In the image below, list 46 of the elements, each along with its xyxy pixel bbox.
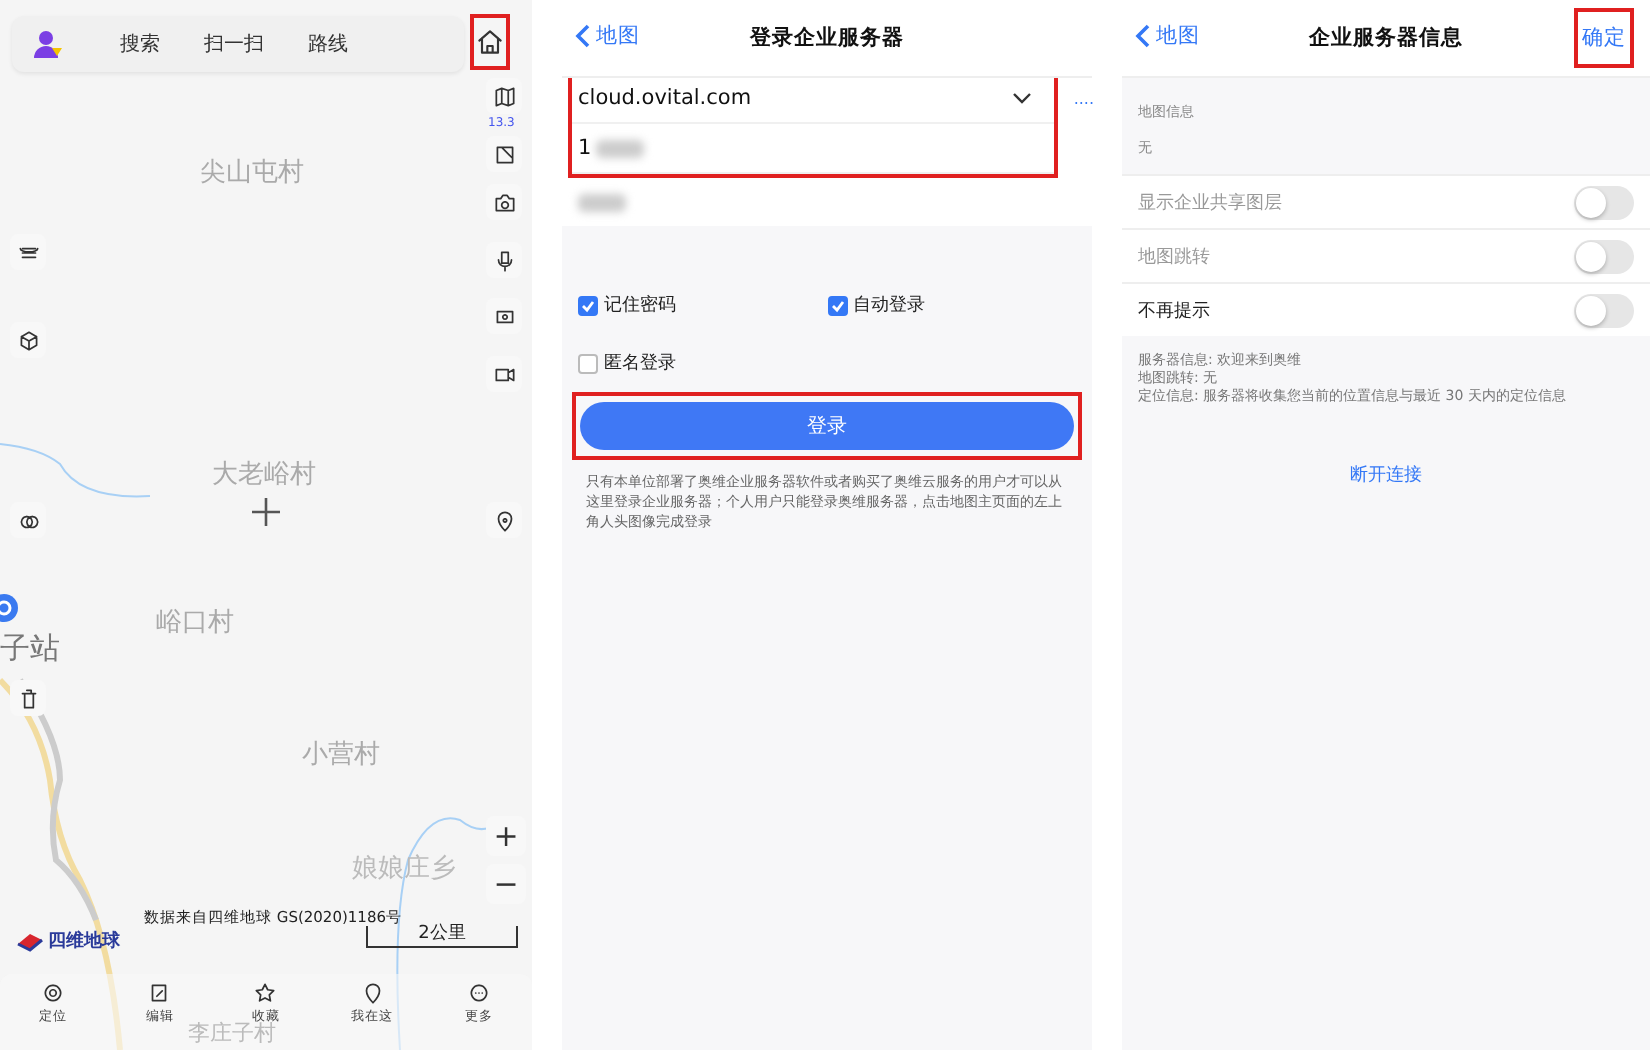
setting-label: 显示企业共享图层	[1138, 191, 1282, 215]
target-icon	[40, 980, 67, 1006]
chevron-left-icon	[574, 24, 590, 48]
map-icon	[491, 83, 517, 109]
toggle-switch[interactable]	[1574, 293, 1634, 327]
crop-icon	[491, 141, 517, 167]
cube-icon	[15, 327, 41, 353]
home-button[interactable]	[470, 14, 510, 70]
chevron-left-icon	[1134, 24, 1150, 48]
logo-icon	[16, 931, 44, 951]
logo-text: 四维地球	[48, 928, 120, 954]
checkbox[interactable]	[578, 295, 598, 315]
disconnect-link[interactable]: 断开连接	[1350, 462, 1422, 488]
setting-label: 不再提示	[1138, 299, 1210, 323]
login-button[interactable]: 登录	[580, 402, 1074, 450]
star-icon	[252, 980, 279, 1006]
chevron-down-icon	[1012, 92, 1032, 104]
checkbox[interactable]	[578, 353, 598, 373]
place-label: 小营村	[302, 742, 380, 768]
scale-bar: 2公里	[366, 926, 518, 948]
place-label: 子站	[0, 634, 60, 664]
camera-icon	[491, 189, 517, 215]
crosshair-icon	[252, 498, 280, 526]
username-field[interactable]: 1	[572, 124, 1054, 174]
page-title: 登录企业服务器	[750, 24, 904, 52]
setting-label: 地图跳转	[1138, 245, 1210, 269]
top-bar-link[interactable]: 路线	[308, 30, 348, 58]
place-label: 大老峪村	[212, 462, 316, 488]
top-bar-link[interactable]: 扫一扫	[204, 30, 264, 58]
checkbox-option[interactable]: 匿名登录	[578, 350, 827, 376]
top-bar-link[interactable]: 搜索	[120, 30, 160, 58]
back-button[interactable]: 地图	[1134, 22, 1200, 50]
checkbox-option[interactable]: 自动登录	[827, 292, 1076, 318]
more-link[interactable]: ....	[1073, 89, 1094, 107]
more-icon	[465, 980, 492, 1006]
place-label: 峪口村	[156, 610, 234, 636]
checkbox-option[interactable]: 记住密码	[578, 292, 827, 318]
checkbox[interactable]	[827, 295, 847, 315]
home-icon	[474, 26, 506, 58]
page-title: 企业服务器信息	[1309, 24, 1463, 52]
user-avatar-icon[interactable]	[32, 28, 64, 60]
place-label: 娘娘庄乡	[352, 856, 456, 882]
confirm-button[interactable]: 确定	[1574, 8, 1634, 68]
back-button[interactable]: 地图	[574, 22, 640, 50]
place-label: 尖山屯村	[200, 160, 304, 186]
place-label: 李庄子村	[188, 1022, 276, 1044]
